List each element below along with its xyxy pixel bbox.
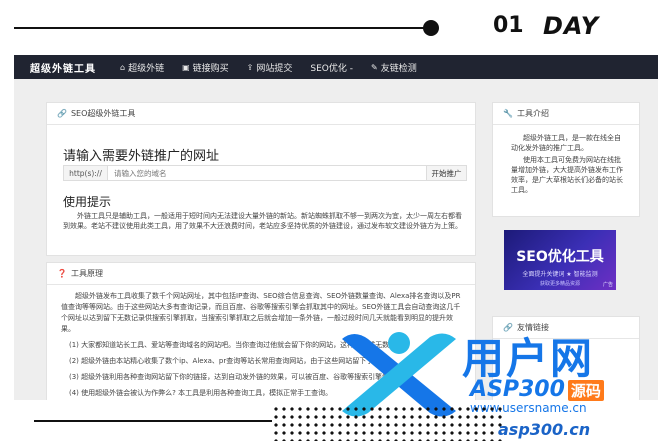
link-icon: ▣: [182, 62, 190, 72]
domain-input[interactable]: [108, 166, 426, 180]
banner-title: SEO优化工具: [516, 249, 604, 265]
banner-subtitle: 全面提升关键词 ★ 智能监测: [522, 271, 598, 278]
seo-tool-panel: 🔗SEO超级外链工具 请输入需要外链推广的网址 http(s):// 开始推广 …: [46, 102, 476, 256]
panel-header: 🔗 SEO超级外链工具: [47, 103, 475, 125]
nav-item-link-check[interactable]: ✎ 友链检测: [371, 61, 417, 74]
nav-item-submit-site[interactable]: ⇪ 网站提交: [247, 61, 293, 74]
intro-paragraph: 超级外链工具，是一款在线全自动化发外链的推广工具。: [511, 134, 621, 152]
panel-title: SEO超级外链工具: [70, 109, 136, 118]
wrench-icon: 🔧: [503, 109, 513, 118]
nav-label: 网站提交: [256, 63, 293, 74]
nav-label: 链接购买: [192, 63, 229, 74]
decor-dot-pattern: [272, 405, 502, 441]
tool-intro-panel: 🔧 工具介绍 超级外链工具，是一款在线全自动化发外链的推广工具。 使用本工具可免费…: [492, 102, 640, 217]
nav-item-seo-dropdown[interactable]: SEO优化 -: [310, 61, 353, 74]
top-navbar: 超级外链工具 ⌂ 超级外链 ▣ 链接购买 ⇪ 网站提交 SEO优化 - ✎ 友链检测: [14, 55, 658, 79]
panel-title: 工具原理: [70, 269, 103, 278]
url-input-group: http(s):// 开始推广: [63, 165, 467, 181]
nav-label: 友链检测: [380, 63, 417, 74]
panel-header: ❓ 工具原理: [47, 263, 475, 285]
url-heading: 请输入需要外链推广的网址: [63, 149, 220, 164]
upload-icon: ⇪: [246, 62, 254, 72]
nav-item-super-links[interactable]: ⌂ 超级外链: [120, 61, 164, 74]
nav-label: SEO优化 -: [310, 63, 353, 74]
day-word: DAY: [543, 12, 600, 40]
ad-tag: 广告: [602, 282, 613, 288]
watermark-asp: ASP300 源码: [470, 377, 604, 402]
nav-label: 超级外链: [128, 63, 165, 74]
nav-item-buy-links[interactable]: ▣ 链接购买: [182, 61, 229, 74]
question-icon: ❓: [57, 269, 67, 278]
decor-top-line: [14, 27, 428, 29]
tips-text: 外链工具只是辅助工具，一般适用于短时间内无法建设大量外链的新站。新站蜘蛛抓取不够…: [63, 212, 462, 230]
banner-subtitle-2: 获取更多精品资源: [539, 281, 580, 287]
link-icon: 🔗: [57, 109, 67, 118]
seo-ad-banner[interactable]: SEO优化工具 全面提升关键词 ★ 智能监测 获取更多精品资源 广告: [504, 230, 616, 290]
decor-dot: [423, 20, 439, 36]
panel-title: 工具介绍: [516, 109, 549, 118]
decor-bottom-line: [34, 420, 272, 422]
panel-header: 🔧 工具介绍: [493, 103, 639, 125]
ad-panel: SEO优化工具 全面提升关键词 ★ 智能监测 获取更多精品资源 广告: [492, 221, 640, 298]
day-number: 01: [493, 13, 524, 38]
asp-text: ASP300: [470, 377, 565, 402]
asp-tag: 源码: [567, 380, 604, 401]
watermark-bottom-text: asp300.cn: [498, 420, 591, 439]
home-icon: ⌂: [120, 62, 126, 72]
intro-paragraph: 使用本工具可免费为网站在线批量增加外链，大大提高外链发布工作效率，是广大草根站长…: [511, 156, 623, 194]
url-prefix: http(s)://: [64, 166, 108, 180]
site-brand[interactable]: 超级外链工具: [30, 60, 96, 75]
start-promote-button[interactable]: 开始推广: [426, 166, 466, 180]
check-icon: ✎: [370, 62, 378, 72]
tips-heading: 使用提示: [63, 195, 112, 209]
